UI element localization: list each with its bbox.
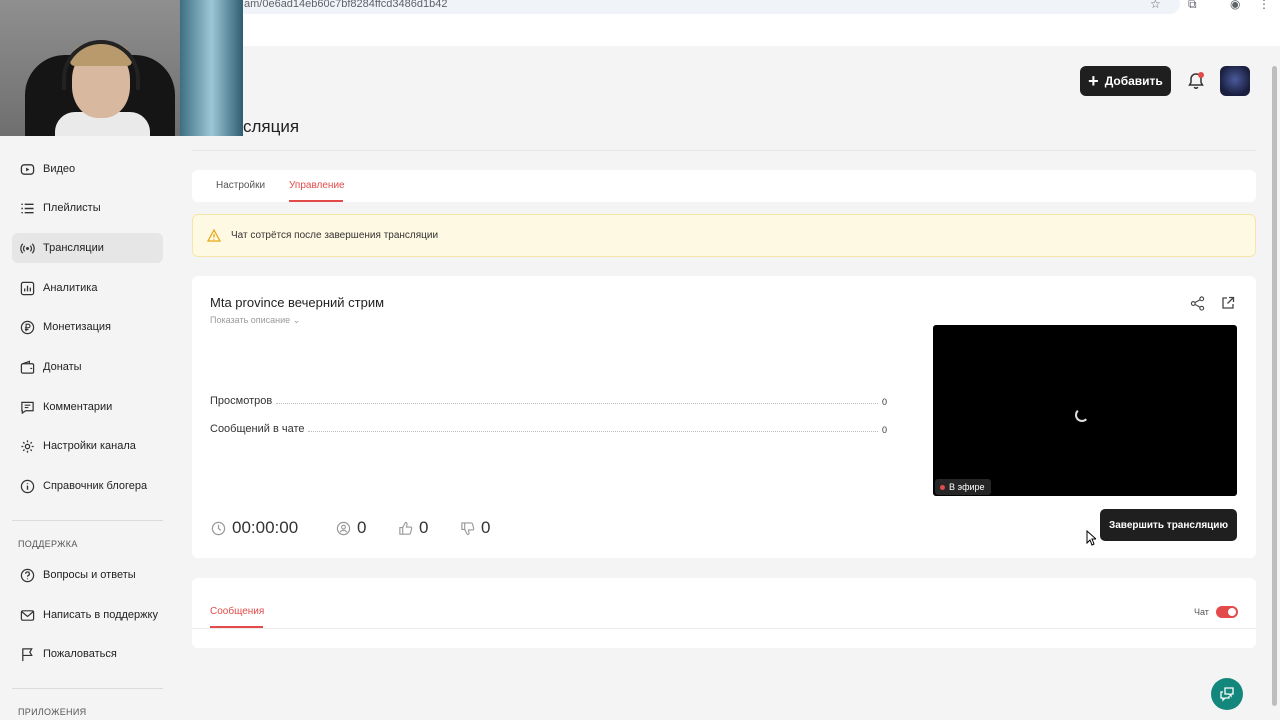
info-icon (20, 479, 35, 493)
show-description-toggle[interactable]: Показать описание ⌄ (210, 315, 300, 326)
video-icon (20, 163, 35, 175)
stat-label: Просмотров (210, 395, 273, 407)
sidebar-item-label: Плейлисты (43, 202, 101, 214)
external-link-icon[interactable] (1221, 296, 1235, 310)
live-badge: В эфире (935, 479, 991, 495)
flag-icon (22, 647, 33, 661)
comment-icon (21, 401, 34, 414)
sidebar-item-label: Видео (43, 163, 76, 175)
sidebar-item-label: Комментарии (43, 401, 113, 413)
chat-toggle[interactable] (1216, 606, 1238, 618)
thumbs-up-icon (399, 521, 413, 535)
active-tab-indicator (289, 200, 343, 202)
profile-icon[interactable]: ◉ (1230, 0, 1240, 11)
end-stream-button[interactable]: Завершить трансляцию (1100, 509, 1237, 541)
question-icon (20, 568, 35, 582)
sidebar-item-video[interactable]: Видео (12, 154, 163, 184)
sidebar-item-comments[interactable]: Комментарии (12, 392, 163, 422)
chevron-down-icon: ⌄ (292, 315, 301, 325)
sidebar-divider (12, 520, 163, 521)
stream-title: Mta province вечерний стрим (210, 295, 385, 310)
stat-value: 0 (881, 397, 887, 407)
mail-icon (20, 609, 35, 621)
sidebar-divider (12, 688, 163, 689)
sidebar-item-monetization[interactable]: Монетизация (12, 312, 163, 342)
stat-chat-messages: Сообщений в чате 0 (210, 423, 887, 435)
sidebar-item-label: Монетизация (43, 321, 111, 333)
sidebar-item-analytics[interactable]: Аналитика (12, 273, 163, 303)
clock-icon (211, 521, 226, 535)
tabs-bar (192, 170, 1256, 202)
sidebar-item-label: Аналитика (43, 282, 98, 294)
list-icon (21, 203, 34, 213)
share-icon[interactable] (1190, 296, 1205, 311)
sidebar-item-label: Пожаловаться (43, 648, 117, 660)
chart-icon (20, 281, 35, 295)
stat-label: Сообщений в чате (210, 423, 305, 435)
loading-spinner-icon (1075, 408, 1089, 422)
tab-settings[interactable]: Настройки (216, 180, 265, 191)
star-icon[interactable]: ☆ (1150, 0, 1161, 11)
apps-heading: ПРИЛОЖЕНИЯ (18, 707, 87, 717)
menu-icon[interactable]: ⋮ (1258, 0, 1270, 11)
notifications-bell-icon[interactable] (1186, 71, 1206, 91)
mouse-cursor-icon (1086, 530, 1096, 546)
add-button[interactable]: + Добавить (1080, 66, 1171, 96)
extensions-icon[interactable]: ⧉ (1188, 0, 1197, 12)
sidebar-item-label: Донаты (43, 361, 82, 373)
webcam-overlay (0, 0, 243, 136)
address-bar-url[interactable]: am/0e6ad14eb60c7bf8284ffcd3486d1b42 (244, 0, 447, 10)
sidebar-item-label: Настройки канала (43, 440, 136, 452)
support-heading: ПОДДЕРЖКА (18, 539, 78, 549)
viewers-count: 0 (336, 518, 366, 538)
sidebar-item-report[interactable]: Пожаловаться (12, 639, 163, 669)
sidebar-item-donations[interactable]: Донаты (12, 352, 163, 382)
sidebar-item-playlists[interactable]: Плейлисты (12, 193, 163, 223)
live-dot-icon (940, 484, 945, 490)
ruble-icon (20, 320, 35, 334)
plus-icon: + (1088, 71, 1099, 91)
add-button-label: Добавить (1104, 74, 1163, 88)
user-avatar[interactable] (1220, 66, 1250, 96)
help-chat-button[interactable] (1211, 678, 1243, 710)
chat-bubbles-icon (1220, 687, 1234, 702)
sidebar-item-label: Вопросы и ответы (43, 569, 136, 581)
sidebar-item-label: Трансляции (43, 242, 104, 254)
dislikes-count: 0 (460, 518, 490, 538)
gear-icon (21, 439, 34, 453)
page-title: сляция (243, 117, 300, 136)
thumbs-down-icon (461, 521, 475, 535)
likes-count: 0 (398, 518, 428, 538)
sidebar-item-label: Написать в поддержку (43, 609, 158, 621)
chat-toggle-label: Чат (1194, 607, 1209, 617)
broadcast-icon (20, 242, 35, 254)
tab-management[interactable]: Управление (289, 180, 345, 191)
divider (192, 150, 1256, 151)
user-icon (336, 521, 351, 535)
stream-timer: 00:00:00 (211, 518, 298, 538)
divider (192, 628, 1256, 629)
scrollbar-thumb[interactable] (1272, 66, 1277, 706)
warning-text: Чат сотрётся после завершения трансляции (231, 230, 439, 241)
warning-banner: Чат сотрётся после завершения трансляции (192, 214, 1256, 257)
sidebar-item-contact-support[interactable]: Написать в поддержку (12, 600, 163, 630)
warning-icon (207, 229, 221, 242)
sidebar-item-label: Справочник блогера (43, 480, 148, 492)
stat-value: 0 (881, 425, 887, 435)
messages-card (192, 578, 1256, 648)
sidebar-item-blogger-guide[interactable]: Справочник блогера (12, 471, 163, 501)
page-scrollbar[interactable] (1270, 56, 1278, 720)
stat-views: Просмотров 0 (210, 395, 887, 407)
tab-messages[interactable]: Сообщения (210, 606, 264, 617)
sidebar-item-faq[interactable]: Вопросы и ответы (12, 560, 163, 590)
sidebar-item-channel-settings[interactable]: Настройки канала (12, 431, 163, 461)
wallet-icon (20, 360, 35, 374)
sidebar-item-broadcasts[interactable]: Трансляции (12, 233, 163, 263)
